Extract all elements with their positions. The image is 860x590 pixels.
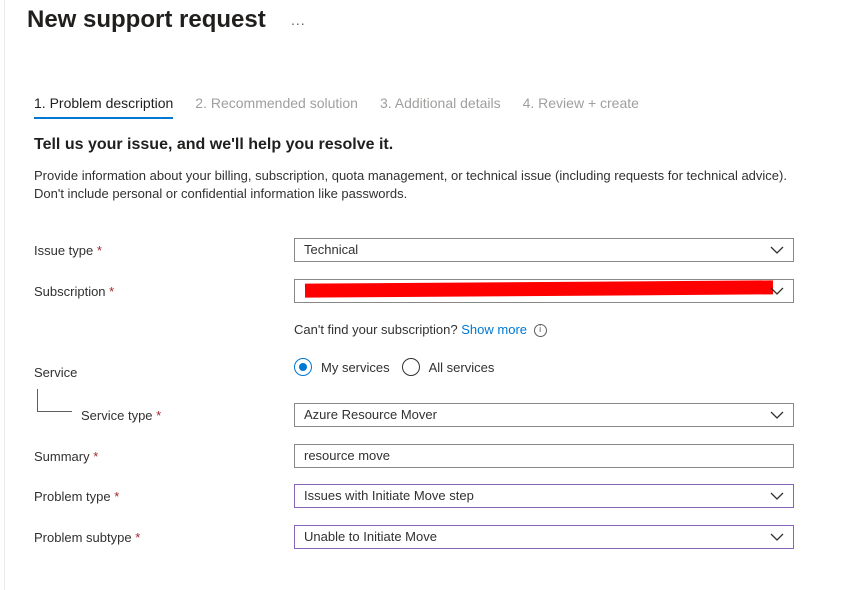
chevron-down-icon <box>770 411 784 419</box>
chevron-down-icon <box>770 287 784 295</box>
summary-label-text: Summary <box>34 449 90 464</box>
subscription-hint-text: Can't find your subscription? <box>294 322 458 337</box>
show-more-link[interactable]: Show more <box>461 322 527 337</box>
issue-type-value: Technical <box>304 242 359 257</box>
required-marker: * <box>156 408 162 423</box>
redaction-mark <box>304 280 774 298</box>
service-type-value: Azure Resource Mover <box>304 407 437 422</box>
required-marker: * <box>114 489 120 504</box>
service-radio-group: My services All services <box>294 358 506 376</box>
required-marker: * <box>135 530 141 545</box>
more-options-icon[interactable]: ... <box>291 12 306 28</box>
issue-type-label: Issue type * <box>34 243 102 258</box>
subscription-dropdown[interactable] <box>294 279 794 303</box>
tab-recommended-solution[interactable]: 2. Recommended solution <box>195 95 358 119</box>
chevron-down-icon <box>770 533 784 541</box>
problem-type-value: Issues with Initiate Move step <box>304 488 474 503</box>
summary-input[interactable]: resource move <box>294 444 794 468</box>
chevron-down-icon <box>770 246 784 254</box>
radio-unselected-icon <box>401 358 420 376</box>
info-icon[interactable]: i <box>533 324 547 338</box>
summary-value: resource move <box>304 448 390 463</box>
wizard-tabs: 1. Problem description 2. Recommended so… <box>34 95 661 119</box>
tab-review-create[interactable]: 4. Review + create <box>523 95 639 119</box>
my-services-radio[interactable]: My services <box>294 358 390 376</box>
issue-type-dropdown[interactable]: Technical <box>294 238 794 262</box>
service-type-label: Service type * <box>81 408 161 423</box>
service-type-dropdown[interactable]: Azure Resource Mover <box>294 403 794 427</box>
page-title: New support request <box>27 6 266 33</box>
all-services-label: All services <box>428 359 495 375</box>
problem-subtype-label: Problem subtype * <box>34 530 140 545</box>
my-services-label: My services <box>321 359 390 375</box>
radio-selected-icon <box>294 358 312 376</box>
problem-type-label: Problem type * <box>34 489 119 504</box>
problem-subtype-value: Unable to Initiate Move <box>304 529 437 544</box>
tab-additional-details[interactable]: 3. Additional details <box>380 95 501 119</box>
subscription-hint: Can't find your subscription? Show more … <box>294 322 547 338</box>
tab-problem-description[interactable]: 1. Problem description <box>34 95 174 119</box>
required-marker: * <box>109 284 115 299</box>
subscription-label-text: Subscription <box>34 284 106 299</box>
service-type-label-text: Service type <box>81 408 153 423</box>
page-left-border <box>4 0 5 590</box>
summary-label: Summary * <box>34 449 98 464</box>
problem-type-label-text: Problem type <box>34 489 111 504</box>
problem-subtype-dropdown[interactable]: Unable to Initiate Move <box>294 525 794 549</box>
issue-type-label-text: Issue type <box>34 243 94 258</box>
required-marker: * <box>96 243 102 258</box>
tree-connector <box>37 389 72 412</box>
problem-type-dropdown[interactable]: Issues with Initiate Move step <box>294 484 794 508</box>
required-marker: * <box>93 449 99 464</box>
subscription-label: Subscription * <box>34 284 114 299</box>
problem-subtype-label-text: Problem subtype <box>34 530 132 545</box>
service-label: Service <box>34 365 78 380</box>
chevron-down-icon <box>770 492 784 500</box>
all-services-radio[interactable]: All services <box>401 358 495 376</box>
section-description: Provide information about your billing, … <box>34 168 787 201</box>
section-heading: Tell us your issue, and we'll help you r… <box>34 136 394 153</box>
